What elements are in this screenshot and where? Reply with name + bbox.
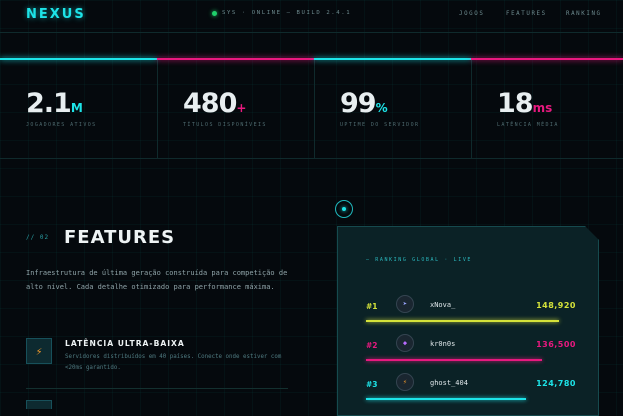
rank-position: #3 xyxy=(366,380,378,389)
nav-link-ranking[interactable]: RANKING xyxy=(566,11,602,17)
player-score: 136,500 xyxy=(536,340,576,349)
ranking-title: — RANKING GLOBAL · LIVE xyxy=(366,257,473,263)
stat-unit: M xyxy=(70,101,83,115)
rank-position: #2 xyxy=(366,341,378,350)
stat-accent-bar xyxy=(157,58,314,60)
stat-value: 99% xyxy=(340,88,388,119)
section-title: FEATURES xyxy=(64,227,176,248)
ranking-row[interactable]: #2 ◆ kr0n0s 136,500 xyxy=(366,334,576,364)
feature-title: LATÊNCIA ULTRA-BAIXA xyxy=(65,339,185,348)
avatar: ➤ xyxy=(396,295,414,313)
player-name: ghost_404 xyxy=(430,379,468,387)
system-status: SYS · ONLINE — BUILD 2.4.1 xyxy=(212,10,351,16)
score-bar xyxy=(366,398,526,400)
orb-core xyxy=(342,207,346,211)
feature-divider xyxy=(26,388,288,389)
stat-value: 2.1M xyxy=(26,88,83,119)
player-score: 148,920 xyxy=(536,301,576,310)
stat-latency: 18ms LATÊNCIA MÉDIA xyxy=(471,58,623,158)
feature-description: Servidores distribuídos em 40 países. Co… xyxy=(65,354,282,371)
target-orb-icon xyxy=(335,200,353,218)
stat-accent-bar xyxy=(314,58,471,60)
stat-accent-bar xyxy=(0,58,157,60)
ranking-panel: — RANKING GLOBAL · LIVE #1 ➤ xNova_ 148,… xyxy=(337,226,599,416)
top-nav: NEXUS SYS · ONLINE — BUILD 2.4.1 JOGOS F… xyxy=(0,0,623,33)
stat-accent-bar xyxy=(471,58,623,60)
avatar: ◆ xyxy=(396,334,414,352)
stat-players: 2.1M JOGADORES ATIVOS xyxy=(0,58,158,158)
stat-value: 480+ xyxy=(183,88,247,119)
stat-titles: 480+ TÍTULOS DISPONÍVEIS xyxy=(157,58,315,158)
player-name: kr0n0s xyxy=(430,340,456,348)
section-number: // 02 xyxy=(26,234,50,241)
avatar: ⚡ xyxy=(396,373,414,391)
lightning-icon: ⚡ xyxy=(402,378,408,386)
status-dot-icon xyxy=(212,10,217,16)
status-text: SYS · ONLINE — BUILD 2.4.1 xyxy=(222,10,352,16)
stats-strip: 2.1M JOGADORES ATIVOS 480+ TÍTULOS DISPO… xyxy=(0,58,623,159)
stat-unit: + xyxy=(236,101,247,115)
lightning-icon: ⚡ xyxy=(26,338,52,364)
stat-uptime: 99% UPTIME DO SERVIDOR xyxy=(314,58,472,158)
score-bar xyxy=(366,320,559,322)
nav-link-jogos[interactable]: JOGOS xyxy=(459,11,484,17)
player-score: 124,780 xyxy=(536,379,576,388)
ranking-row[interactable]: #1 ➤ xNova_ 148,920 xyxy=(366,295,576,325)
rank-position: #1 xyxy=(366,302,378,311)
nav-link-features[interactable]: FEATURES xyxy=(506,11,547,17)
stat-label: TÍTULOS DISPONÍVEIS xyxy=(183,122,267,128)
arrow-icon: ➤ xyxy=(402,300,408,308)
stat-unit: ms xyxy=(532,101,553,115)
stat-unit: % xyxy=(375,101,388,115)
logo[interactable]: NEXUS xyxy=(26,7,86,22)
mask-icon: ◆ xyxy=(402,339,408,347)
stat-label: UPTIME DO SERVIDOR xyxy=(340,122,420,128)
player-name: xNova_ xyxy=(430,301,456,309)
stat-label: LATÊNCIA MÉDIA xyxy=(497,122,559,128)
stat-label: JOGADORES ATIVOS xyxy=(26,122,97,128)
score-bar xyxy=(366,359,542,361)
stat-value: 18ms xyxy=(497,88,553,119)
ranking-row[interactable]: #3 ⚡ ghost_404 124,780 xyxy=(366,373,576,403)
section-description: Infraestrutura de última geração constru… xyxy=(26,269,288,291)
